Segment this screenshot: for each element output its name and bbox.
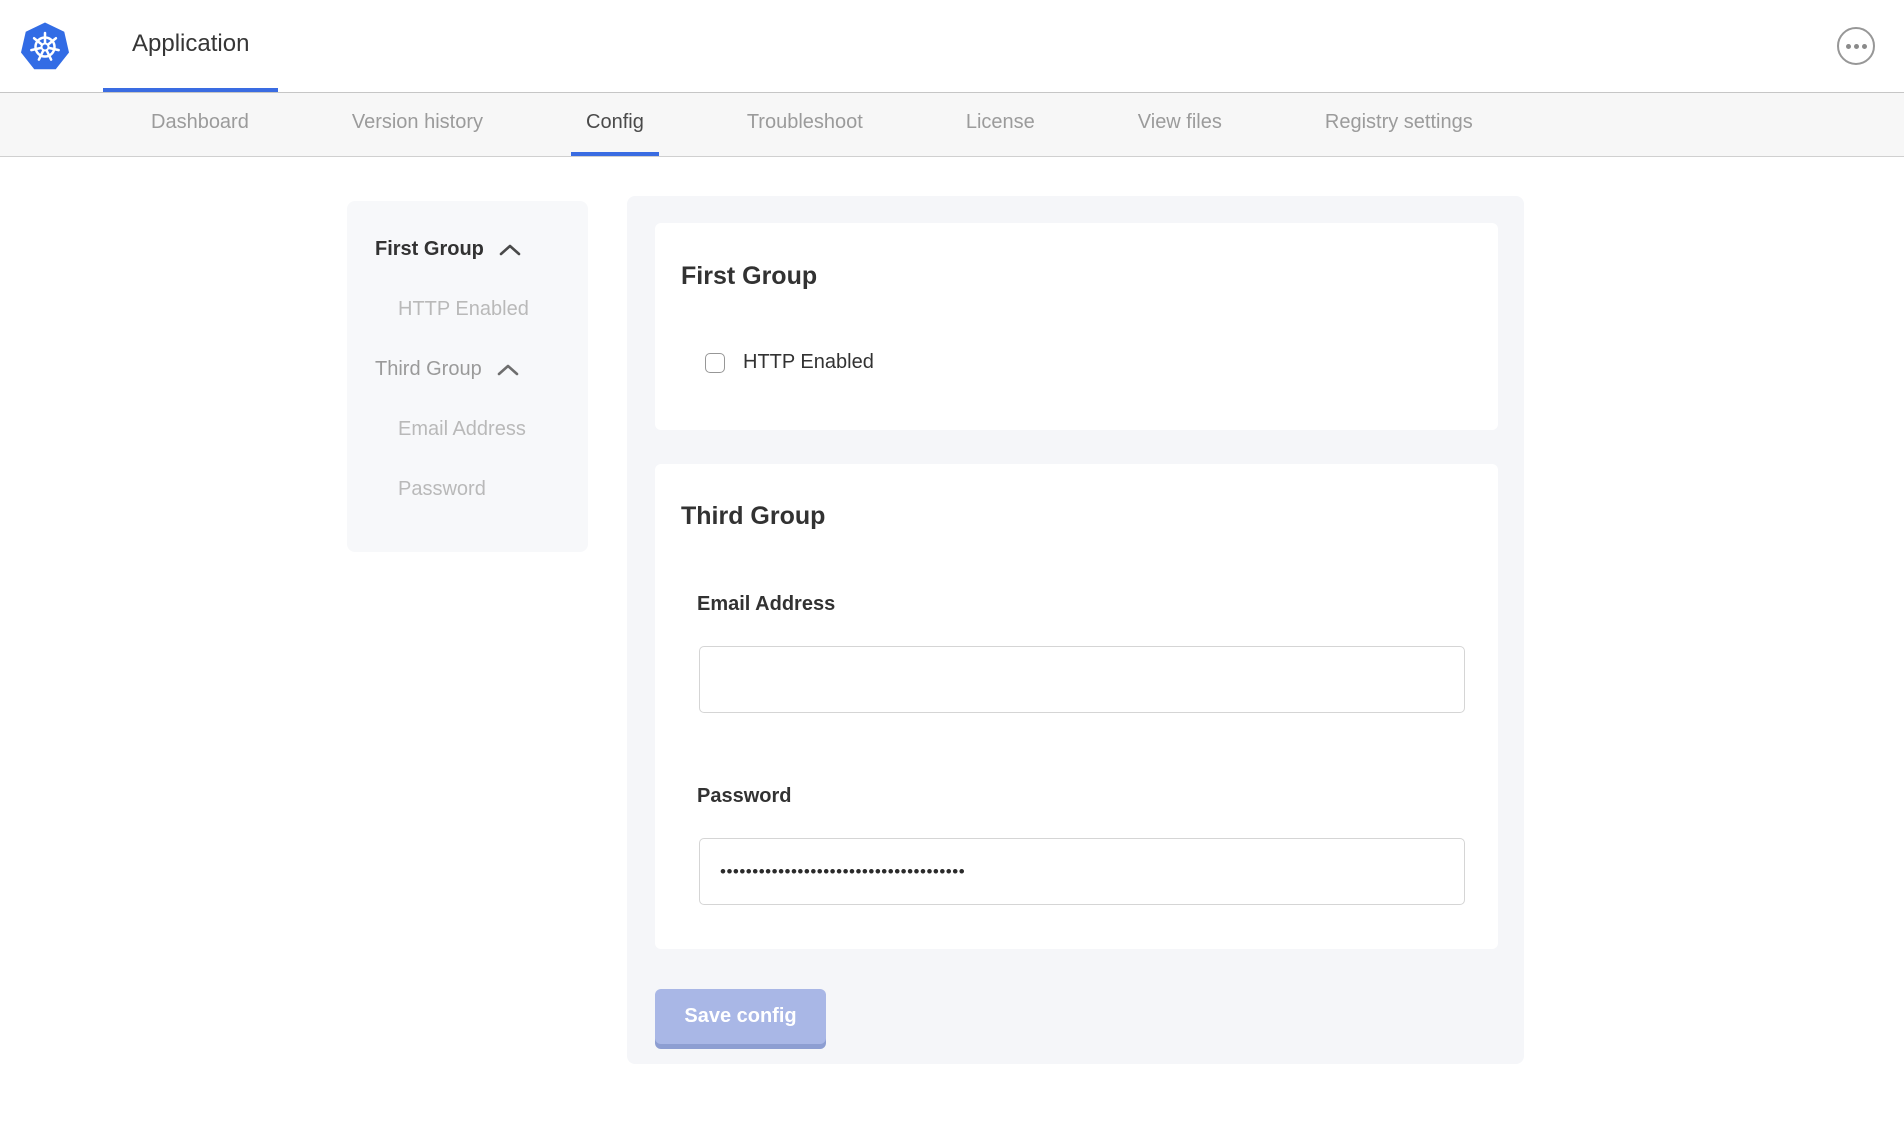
http-enabled-checkbox-row[interactable]: HTTP Enabled — [705, 351, 1472, 374]
sidebar-group-label[interactable]: Third Group — [375, 359, 482, 379]
sidebar-group-first-group[interactable]: First Group — [375, 239, 568, 259]
app-tab-application[interactable]: Application — [103, 0, 278, 92]
tab-troubleshoot[interactable]: Troubleshoot — [732, 93, 878, 156]
save-config-button[interactable]: Save config — [655, 989, 826, 1044]
sidebar-group-third-group[interactable]: Third Group — [375, 359, 568, 379]
tab-config[interactable]: Config — [571, 93, 659, 156]
password-label: Password — [697, 786, 1472, 806]
config-group-card-third-group: Third Group Email Address Password — [655, 464, 1498, 949]
sidebar-item-label[interactable]: Password — [398, 479, 486, 499]
content-area: First Group HTTP Enabled Third Group Ema… — [0, 157, 1904, 1121]
sidebar-item-label[interactable]: Email Address — [398, 419, 526, 439]
tab-view-files[interactable]: View files — [1123, 93, 1237, 156]
config-subnav: Dashboard Version history Config Trouble… — [0, 93, 1904, 157]
email-address-label: Email Address — [697, 594, 1472, 614]
chevron-up-icon — [499, 244, 521, 256]
sidebar-group-label[interactable]: First Group — [375, 239, 484, 259]
config-group-card-first-group: First Group HTTP Enabled — [655, 223, 1498, 430]
sidebar-item-http-enabled[interactable]: HTTP Enabled — [375, 299, 568, 319]
chevron-up-icon — [497, 364, 519, 376]
tab-license[interactable]: License — [951, 93, 1050, 156]
email-address-field: Email Address — [681, 594, 1472, 713]
http-enabled-checkbox[interactable] — [705, 353, 725, 373]
sidebar-item-label[interactable]: HTTP Enabled — [398, 299, 529, 319]
tab-dashboard[interactable]: Dashboard — [136, 93, 264, 156]
tab-registry-settings[interactable]: Registry settings — [1310, 93, 1488, 156]
password-input[interactable] — [699, 838, 1465, 905]
group-title: Third Group — [681, 502, 1472, 531]
config-sidebar: First Group HTTP Enabled Third Group Ema… — [347, 201, 588, 552]
sidebar-item-email-address[interactable]: Email Address — [375, 419, 568, 439]
top-header: Application — [0, 0, 1904, 93]
sidebar-item-password[interactable]: Password — [375, 479, 568, 499]
group-title: First Group — [681, 264, 1472, 289]
password-field: Password — [681, 786, 1472, 905]
http-enabled-checkbox-label: HTTP Enabled — [743, 351, 874, 374]
email-address-input[interactable] — [699, 646, 1465, 713]
tab-version-history[interactable]: Version history — [337, 93, 498, 156]
config-panel: First Group HTTP Enabled Third Group Ema… — [627, 196, 1524, 1064]
kubernetes-logo-icon — [20, 22, 70, 72]
ellipsis-menu-button[interactable] — [1837, 27, 1875, 65]
ellipsis-icon — [1846, 44, 1851, 49]
app-tab-label: Application — [132, 30, 249, 58]
